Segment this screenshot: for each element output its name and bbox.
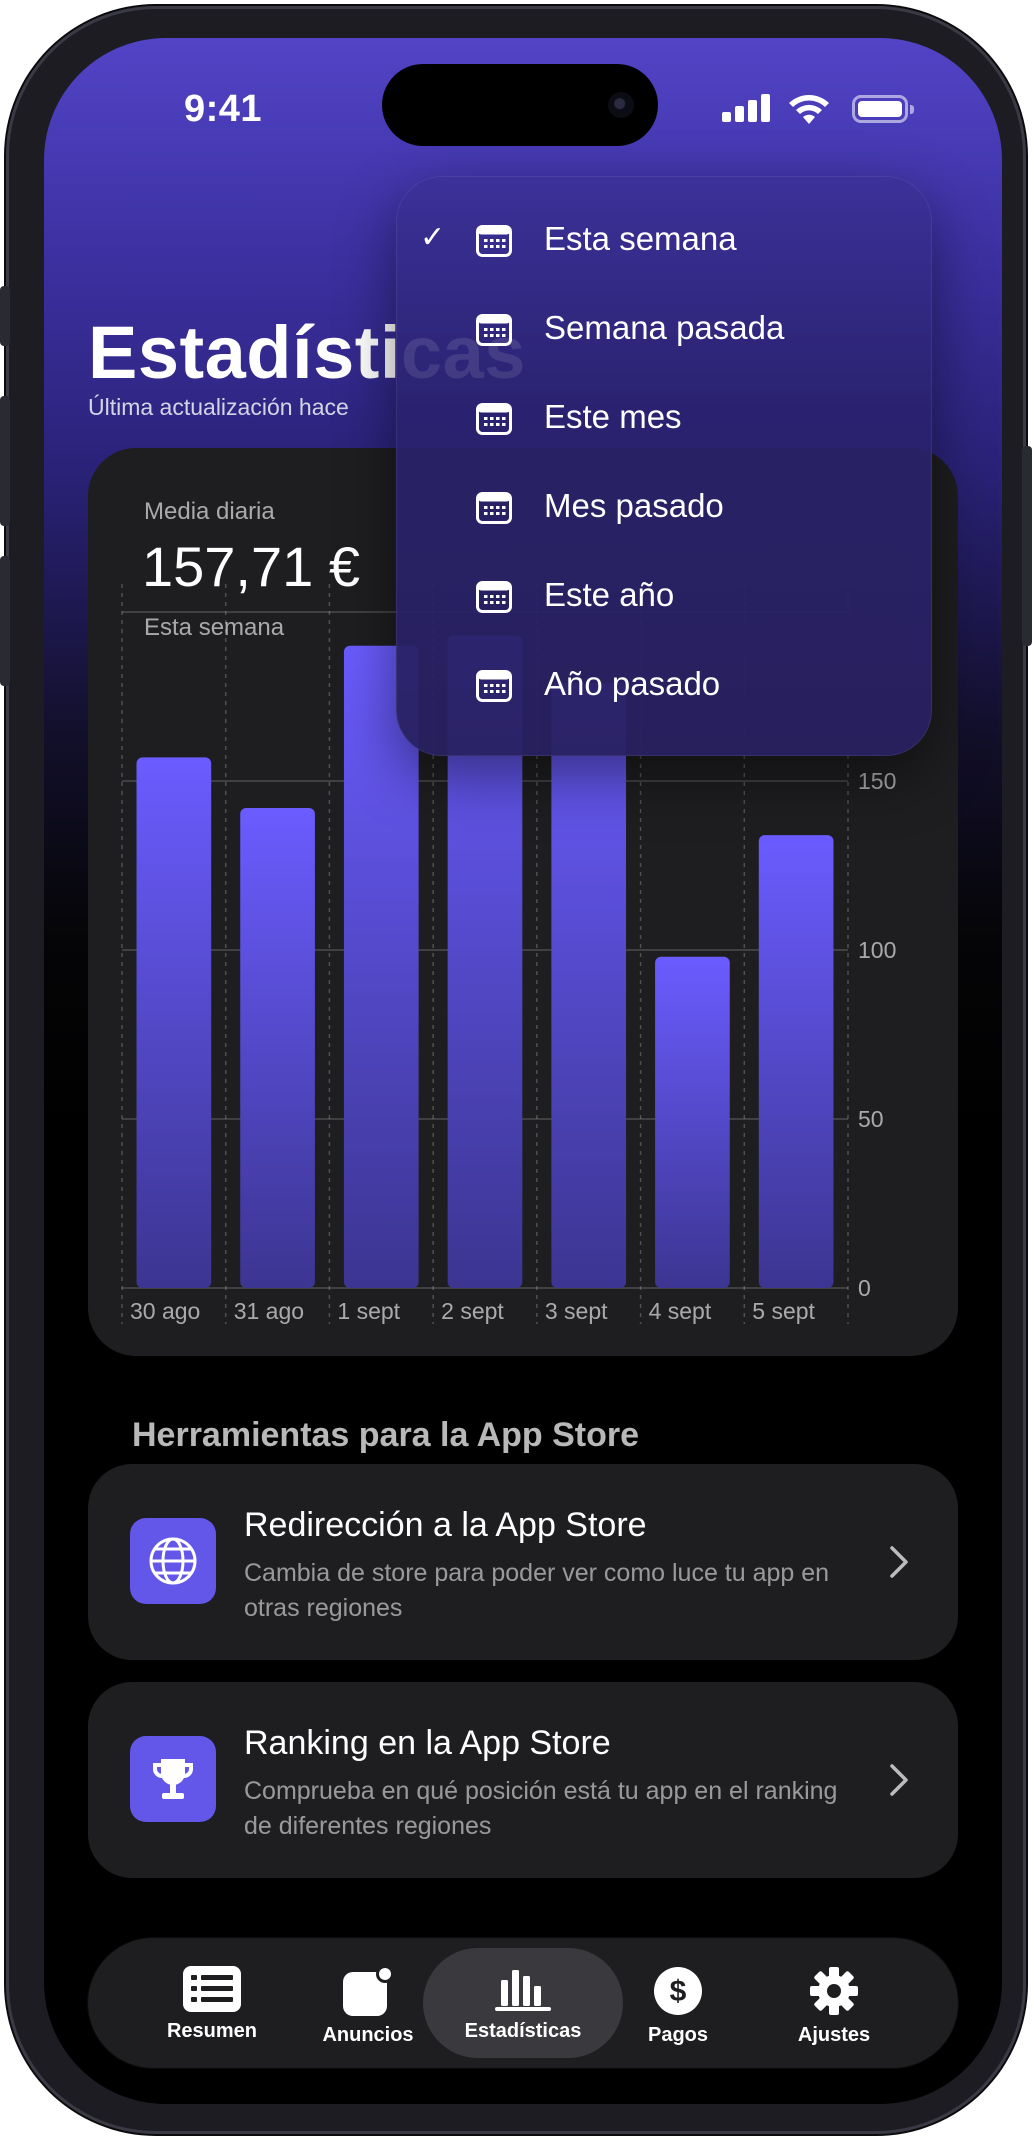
x-tick-label: 2 sept xyxy=(441,1298,504,1324)
camera-icon xyxy=(608,92,634,118)
app-store-redirect-card[interactable]: Redirección a la App Store Cambia de sto… xyxy=(88,1464,958,1660)
menu-item-mes-pasado[interactable]: Mes pasado xyxy=(396,461,932,551)
volume-up-button xyxy=(0,396,10,526)
tab-label: Resumen xyxy=(166,2020,258,2042)
tab-label: Pagos xyxy=(647,2024,709,2046)
screen: 9:41 Estadísticas Última actualización h… xyxy=(44,38,1002,2104)
chevron-right-icon xyxy=(890,1546,908,1578)
status-icons xyxy=(722,92,914,126)
notification-icon xyxy=(343,1966,394,2016)
bar-1-sept[interactable] xyxy=(343,645,419,1288)
menu-item-semana-pasada[interactable]: Semana pasada xyxy=(396,283,932,373)
dollar-icon: $ xyxy=(654,1967,702,2015)
checkmark-icon: ✓ xyxy=(420,221,446,254)
list-icon xyxy=(183,1966,241,2012)
tab-estadisticas[interactable]: Estadísticas xyxy=(423,1948,623,2058)
x-tick-label: 31 ago xyxy=(234,1298,304,1324)
y-tick-label: 50 xyxy=(858,1106,884,1132)
trophy-icon-tile xyxy=(130,1736,216,1822)
dynamic-island xyxy=(382,64,658,146)
menu-item-label: Esta semana xyxy=(544,220,737,257)
tool-description: Comprueba en qué posición está tu app en… xyxy=(244,1777,838,1840)
bar-3-sept[interactable] xyxy=(551,682,627,1288)
app-store-ranking-card[interactable]: Ranking en la App Store Comprueba en qué… xyxy=(88,1682,958,1878)
y-tick-label: 100 xyxy=(858,937,896,963)
battery-icon xyxy=(852,95,914,123)
menu-item-label: Mes pasado xyxy=(544,487,724,524)
tool-title: Redirección a la App Store xyxy=(244,1506,647,1544)
tools-section-title: Herramientas para la App Store xyxy=(132,1416,640,1454)
menu-item-label: Año pasado xyxy=(544,665,721,702)
menu-item-esta-semana[interactable]: ✓ Esta semana xyxy=(396,194,932,284)
x-tick-label: 4 sept xyxy=(649,1298,712,1324)
menu-item-label: Este mes xyxy=(544,398,682,435)
tab-ajustes[interactable]: Ajustes xyxy=(754,1948,914,2058)
chevron-right-icon xyxy=(890,1764,908,1796)
calendar-icon xyxy=(476,225,512,257)
calendar-icon xyxy=(476,492,512,524)
tab-pagos[interactable]: $ Pagos xyxy=(598,1948,758,2058)
bar-30-ago[interactable] xyxy=(136,757,212,1288)
tool-description: Cambia de store para poder ver como luce… xyxy=(244,1559,830,1622)
last-update-text: Última actualización hace xyxy=(88,394,349,420)
svg-text:$: $ xyxy=(670,1975,687,2008)
calendar-icon xyxy=(476,314,512,346)
action-button xyxy=(0,286,10,346)
menu-item-label: Semana pasada xyxy=(544,309,785,346)
tab-resumen[interactable]: Resumen xyxy=(132,1948,292,2058)
x-tick-label: 5 sept xyxy=(752,1298,815,1324)
status-time: 9:41 xyxy=(184,88,263,130)
calendar-icon xyxy=(476,403,512,435)
x-tick-label: 1 sept xyxy=(337,1298,400,1324)
gear-icon xyxy=(810,1967,858,2015)
y-tick-label: 0 xyxy=(858,1275,871,1301)
phone-frame: 9:41 Estadísticas Última actualización h… xyxy=(0,6,1032,2134)
menu-item-este-año[interactable]: Este año xyxy=(396,550,932,640)
globe-icon xyxy=(149,1537,197,1585)
tab-label: Estadísticas xyxy=(464,2020,582,2042)
period-dropdown-menu: ✓ Esta semana Semana pasada Este mes Mes pas… xyxy=(396,176,932,756)
tool-title: Ranking en la App Store xyxy=(244,1724,611,1762)
trophy-icon xyxy=(153,1759,193,1799)
bar-5-sept[interactable] xyxy=(758,835,834,1288)
wifi-icon xyxy=(789,95,829,124)
calendar-icon xyxy=(476,581,512,613)
menu-item-este-mes[interactable]: Este mes xyxy=(396,372,932,462)
tab-label: Ajustes xyxy=(797,2024,871,2046)
globe-icon-tile xyxy=(130,1518,216,1604)
tab-label: Anuncios xyxy=(322,2024,414,2046)
bar-chart-icon xyxy=(495,1970,551,2011)
bar-4-sept[interactable] xyxy=(655,956,730,1288)
power-button xyxy=(1022,446,1032,646)
volume-down-button xyxy=(0,556,10,686)
tab-bar: Resumen Anuncios Estadísticas $ Pagos Aj… xyxy=(88,1938,958,2068)
y-tick-label: 150 xyxy=(858,768,896,794)
x-tick-label: 30 ago xyxy=(130,1298,200,1324)
menu-item-label: Este año xyxy=(544,576,675,613)
x-tick-label: 3 sept xyxy=(545,1298,608,1324)
calendar-icon xyxy=(476,670,512,702)
menu-item-año-pasado[interactable]: Año pasado xyxy=(396,639,932,729)
cellular-signal-icon xyxy=(722,92,772,126)
bar-31-ago[interactable] xyxy=(240,808,315,1288)
